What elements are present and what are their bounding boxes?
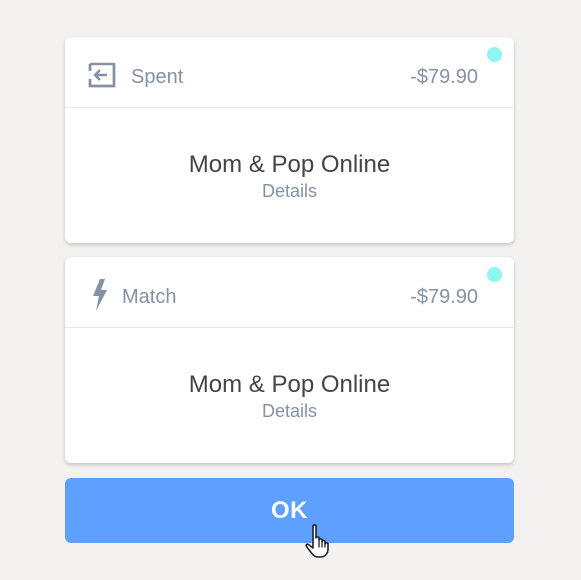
details-link[interactable]: Details (65, 182, 514, 200)
details-link[interactable]: Details (65, 402, 514, 420)
transaction-type-label: Spent (131, 66, 184, 88)
ok-button[interactable]: OK (65, 478, 514, 543)
transaction-amount: -$79.90 (410, 286, 478, 308)
transaction-body: Mom & Pop Online Details (65, 328, 514, 463)
status-dot (487, 267, 502, 282)
transaction-body: Mom & Pop Online Details (65, 108, 514, 243)
transaction-type-label: Match (122, 286, 177, 308)
transaction-card-spent: Spent -$79.90 Mom & Pop Online Details (65, 37, 514, 243)
transaction-header: Spent -$79.90 (65, 37, 514, 108)
transaction-card-match: Match -$79.90 Mom & Pop Online Details (65, 257, 514, 463)
status-dot (487, 47, 502, 62)
merchant-name: Mom & Pop Online (188, 151, 391, 178)
merchant-name: Mom & Pop Online (188, 371, 391, 398)
transaction-header: Match -$79.90 (65, 257, 514, 328)
sign-out-icon (88, 62, 116, 88)
lightning-bolt-icon (93, 279, 107, 311)
transaction-amount: -$79.90 (410, 66, 478, 88)
